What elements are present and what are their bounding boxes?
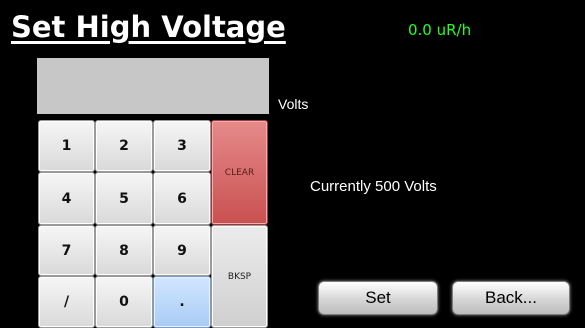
key-2[interactable]: 2 [95, 120, 153, 172]
clear-button[interactable]: CLEAR [211, 120, 268, 225]
current-voltage-text: Currently 500 Volts [310, 178, 437, 195]
key-1[interactable]: 1 [38, 120, 95, 172]
key-9[interactable]: 9 [153, 225, 211, 276]
key-5[interactable]: 5 [95, 172, 153, 225]
back-button[interactable]: Back... [452, 281, 570, 315]
key-decimal[interactable]: . [153, 276, 211, 328]
page-title: Set High Voltage [11, 10, 286, 44]
units-label: Volts [278, 96, 309, 112]
dose-rate-reading: 0.0 uR/h [408, 21, 472, 39]
backspace-button[interactable]: BKSP [211, 225, 268, 328]
set-button[interactable]: Set [318, 281, 438, 315]
key-6[interactable]: 6 [153, 172, 211, 225]
key-7[interactable]: 7 [38, 225, 95, 276]
voltage-entry-display [37, 58, 269, 114]
key-8[interactable]: 8 [95, 225, 153, 276]
key-slash[interactable]: / [38, 276, 95, 328]
key-3[interactable]: 3 [153, 120, 211, 172]
key-0[interactable]: 0 [95, 276, 153, 328]
key-4[interactable]: 4 [38, 172, 95, 225]
